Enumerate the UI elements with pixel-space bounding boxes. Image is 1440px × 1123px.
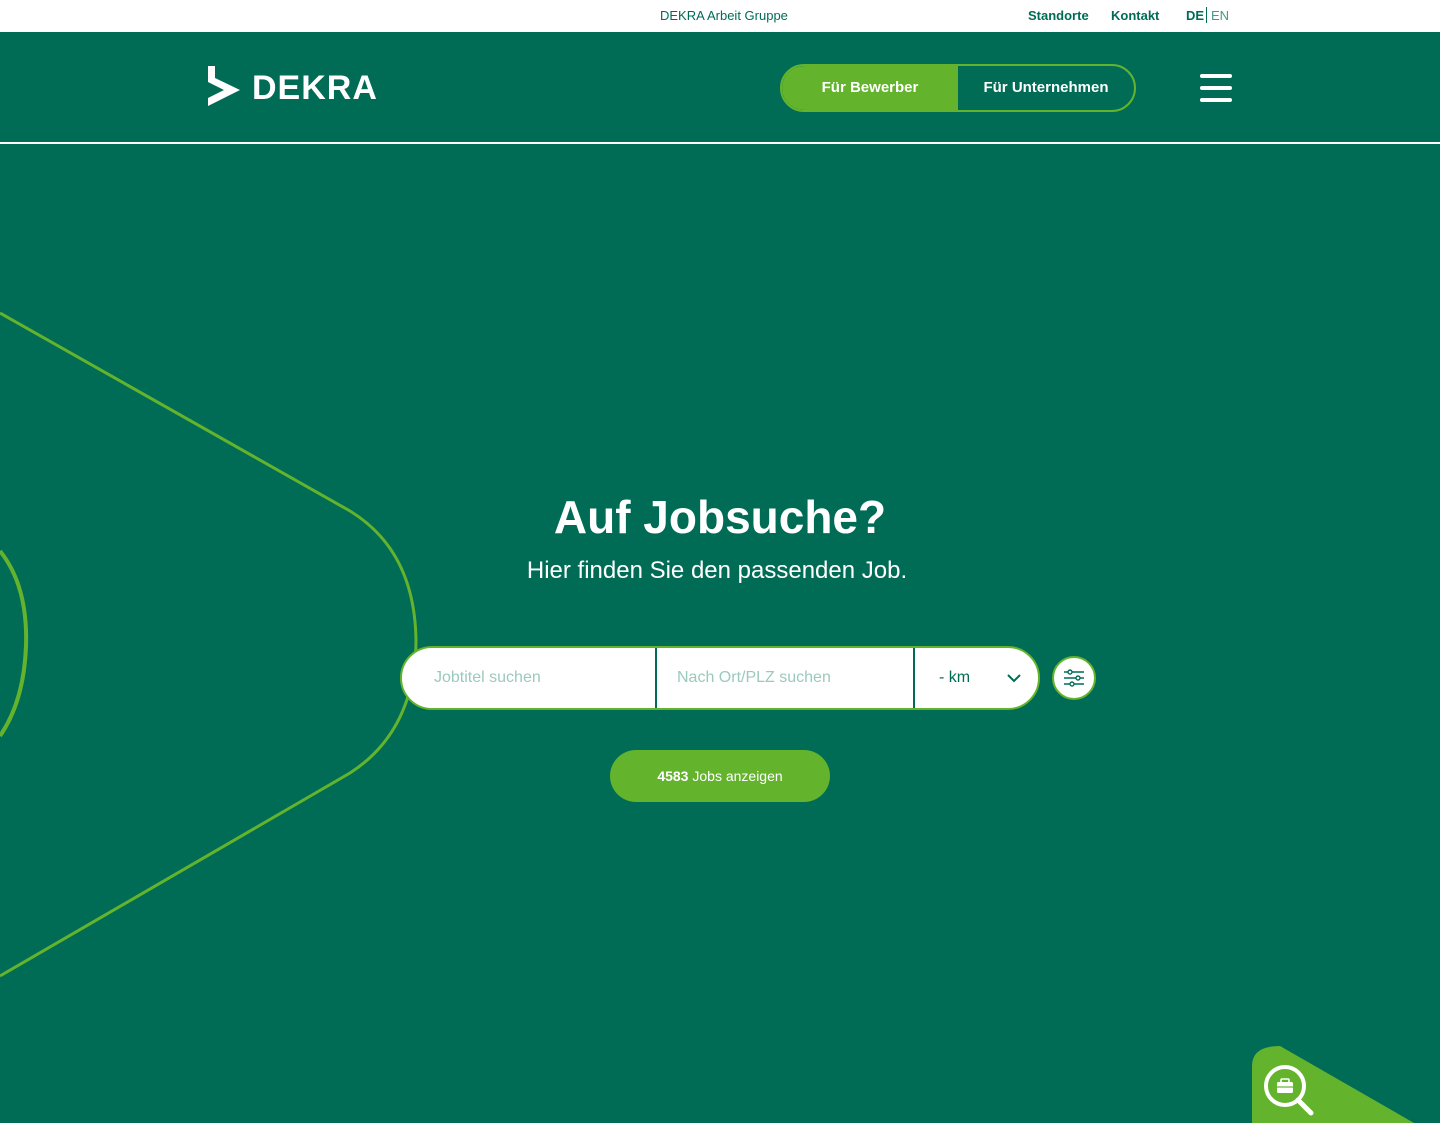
hero-title: Auf Jobsuche? — [553, 491, 887, 543]
filter-sliders-icon — [1064, 669, 1084, 687]
language-en[interactable]: EN — [1211, 8, 1229, 23]
job-search-widget[interactable] — [1252, 1046, 1440, 1123]
job-title-input[interactable]: Jobtitel suchen — [402, 648, 655, 708]
main-header: DEKRA Für Bewerber Für Unternehmen — [0, 32, 1440, 144]
hero-decoration — [0, 311, 418, 978]
job-count: 4583 — [657, 768, 689, 784]
filter-button[interactable] — [1052, 656, 1096, 700]
standorte-link[interactable]: Standorte — [1028, 8, 1089, 23]
group-link[interactable]: DEKRA Arbeit Gruppe — [660, 8, 788, 23]
top-utility-bar: DEKRA Arbeit Gruppe Standorte Kontakt DE… — [0, 0, 1440, 32]
hamburger-icon[interactable] — [1198, 72, 1234, 104]
for-companies-button[interactable]: Für Unternehmen — [958, 66, 1134, 110]
dekra-logo[interactable]: DEKRA — [208, 66, 377, 110]
chevron-down-icon — [1007, 674, 1021, 683]
location-input[interactable]: Nach Ort/PLZ suchen — [657, 648, 913, 708]
kontakt-link[interactable]: Kontakt — [1111, 8, 1159, 23]
audience-toggle: Für Bewerber Für Unternehmen — [780, 64, 1136, 112]
language-divider — [1206, 7, 1207, 23]
language-de[interactable]: DE — [1186, 8, 1204, 23]
dekra-logo-icon — [208, 66, 240, 106]
show-jobs-label: Jobs anzeigen — [692, 768, 783, 784]
job-search-bar: Jobtitel suchen Nach Ort/PLZ suchen - km — [400, 646, 1040, 710]
hero-subtitle: Hier finden Sie den passenden Job. — [526, 557, 908, 584]
logo-wordmark: DEKRA — [252, 69, 378, 107]
show-jobs-button[interactable]: 4583 Jobs anzeigen — [610, 750, 830, 802]
for-applicants-button[interactable]: Für Bewerber — [782, 66, 958, 110]
